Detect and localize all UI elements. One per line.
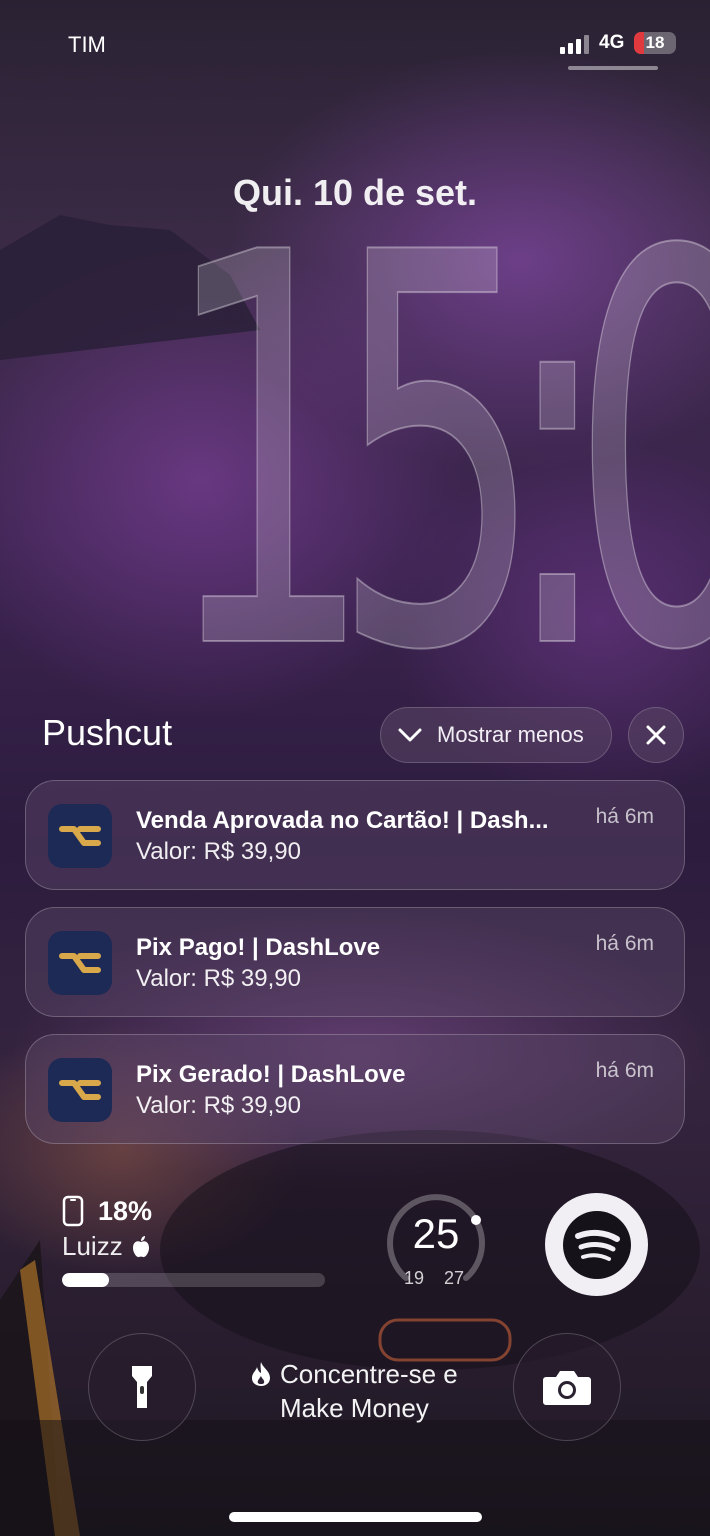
cellular-signal-icon [560,34,589,54]
low-temperature: 19 [404,1268,425,1288]
control-center-indicator[interactable] [568,66,658,70]
current-temperature: 25 [412,1210,460,1257]
notification-time: há 6m [595,932,654,955]
flame-icon [252,1362,270,1386]
battery-level: 18 [645,33,665,52]
high-temperature: 27 [444,1268,465,1288]
notification-body: Valor: R$ 39,90 [136,838,301,865]
clear-notifications-button[interactable] [628,707,684,763]
battery-percent: 18% [98,1195,153,1226]
notification-group-app-name: Pushcut [42,712,173,753]
flashlight-button[interactable] [88,1333,196,1441]
pushcut-app-icon [48,804,112,868]
apple-icon [132,1235,149,1257]
home-indicator[interactable] [229,1512,482,1522]
notification-card[interactable]: Venda Aprovada no Cartão! | Dash... Valo… [25,780,685,890]
camera-button[interactable] [513,1333,621,1441]
phone-icon [62,1195,84,1227]
notification-title: Pix Pago! | DashLove [136,934,381,961]
notification-body: Valor: R$ 39,90 [136,1092,301,1119]
notification-title: Pix Gerado! | DashLove [136,1061,406,1088]
network-type: 4G [599,32,625,53]
battery-icon: 18 [634,32,676,54]
notification-card[interactable]: Pix Gerado! | DashLove Valor: R$ 39,90 h… [25,1034,685,1144]
spotify-widget[interactable] [545,1193,648,1296]
focus-line-1: Concentre-se e [280,1359,458,1389]
focus-mode-widget[interactable]: Concentre-se e Make Money [250,1357,510,1425]
spotify-icon [562,1210,631,1279]
notification-time: há 6m [595,805,654,828]
show-less-label: Mostrar menos [437,722,584,747]
device-name: Luizz [62,1231,123,1261]
notification-body: Valor: R$ 39,90 [136,965,301,992]
lock-clock: 15:03 [161,141,710,769]
pushcut-app-icon [48,931,112,995]
focus-line-2: Make Money [280,1393,429,1423]
close-icon [646,725,666,745]
battery-widget[interactable]: 18% Luizz [62,1195,332,1290]
show-less-button[interactable]: Mostrar menos [380,707,612,763]
notification-time: há 6m [595,1059,654,1082]
camera-icon [543,1371,591,1405]
chevron-down-icon [398,728,422,742]
carrier-label: TIM [68,32,106,57]
notification-card[interactable]: Pix Pago! | DashLove Valor: R$ 39,90 há … [25,907,685,1017]
flashlight-icon [132,1366,152,1408]
notification-title: Venda Aprovada no Cartão! | Dash... [136,807,549,834]
battery-level-bar [62,1273,325,1287]
weather-widget[interactable]: 25 19 27 [384,1190,488,1294]
pushcut-app-icon [48,1058,112,1122]
status-bar: TIM 4G 18 [0,30,710,60]
